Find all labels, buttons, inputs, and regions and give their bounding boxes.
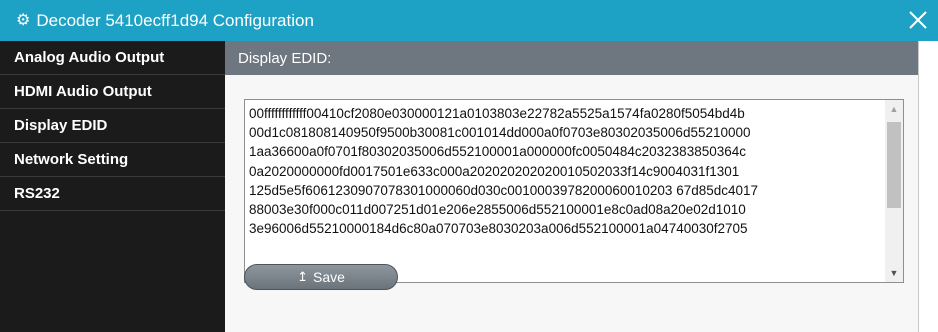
edid-textarea[interactable]: 00ffffffffffff00410cf2080e030000121a0103…	[244, 99, 904, 283]
sidebar-item-network-setting[interactable]: Network Setting	[0, 143, 225, 177]
save-button-label: Save	[312, 269, 345, 285]
edid-text: 00ffffffffffff00410cf2080e030000121a0103…	[249, 106, 759, 237]
scroll-thumb[interactable]	[887, 122, 901, 208]
edid-scrollbar[interactable]: ▲ ▼	[885, 100, 903, 282]
sidebar: Analog Audio Output HDMI Audio Output Di…	[0, 41, 225, 332]
main-panel: Display EDID: 00ffffffffffff00410cf2080e…	[225, 41, 938, 332]
upload-icon: ↥	[297, 269, 308, 284]
scroll-down-icon[interactable]: ▼	[885, 266, 903, 280]
section-header: Display EDID:	[225, 41, 918, 75]
panel-edge	[918, 41, 938, 332]
save-button[interactable]: ↥ Save	[244, 264, 398, 290]
title-bar: ⚙ Decoder 5410ecff1d94 Configuration	[0, 0, 938, 41]
close-icon[interactable]	[904, 6, 932, 34]
title-wrap: ⚙ Decoder 5410ecff1d94 Configuration	[16, 0, 314, 41]
sidebar-item-display-edid[interactable]: Display EDID	[0, 109, 225, 143]
sidebar-item-rs232[interactable]: RS232	[0, 177, 225, 211]
gear-icon: ⚙	[16, 11, 31, 29]
window-title: Decoder 5410ecff1d94 Configuration	[36, 10, 314, 30]
sidebar-item-hdmi-audio-output[interactable]: HDMI Audio Output	[0, 75, 225, 109]
scroll-up-icon[interactable]: ▲	[885, 102, 903, 116]
sidebar-item-analog-audio-output[interactable]: Analog Audio Output	[0, 41, 225, 75]
